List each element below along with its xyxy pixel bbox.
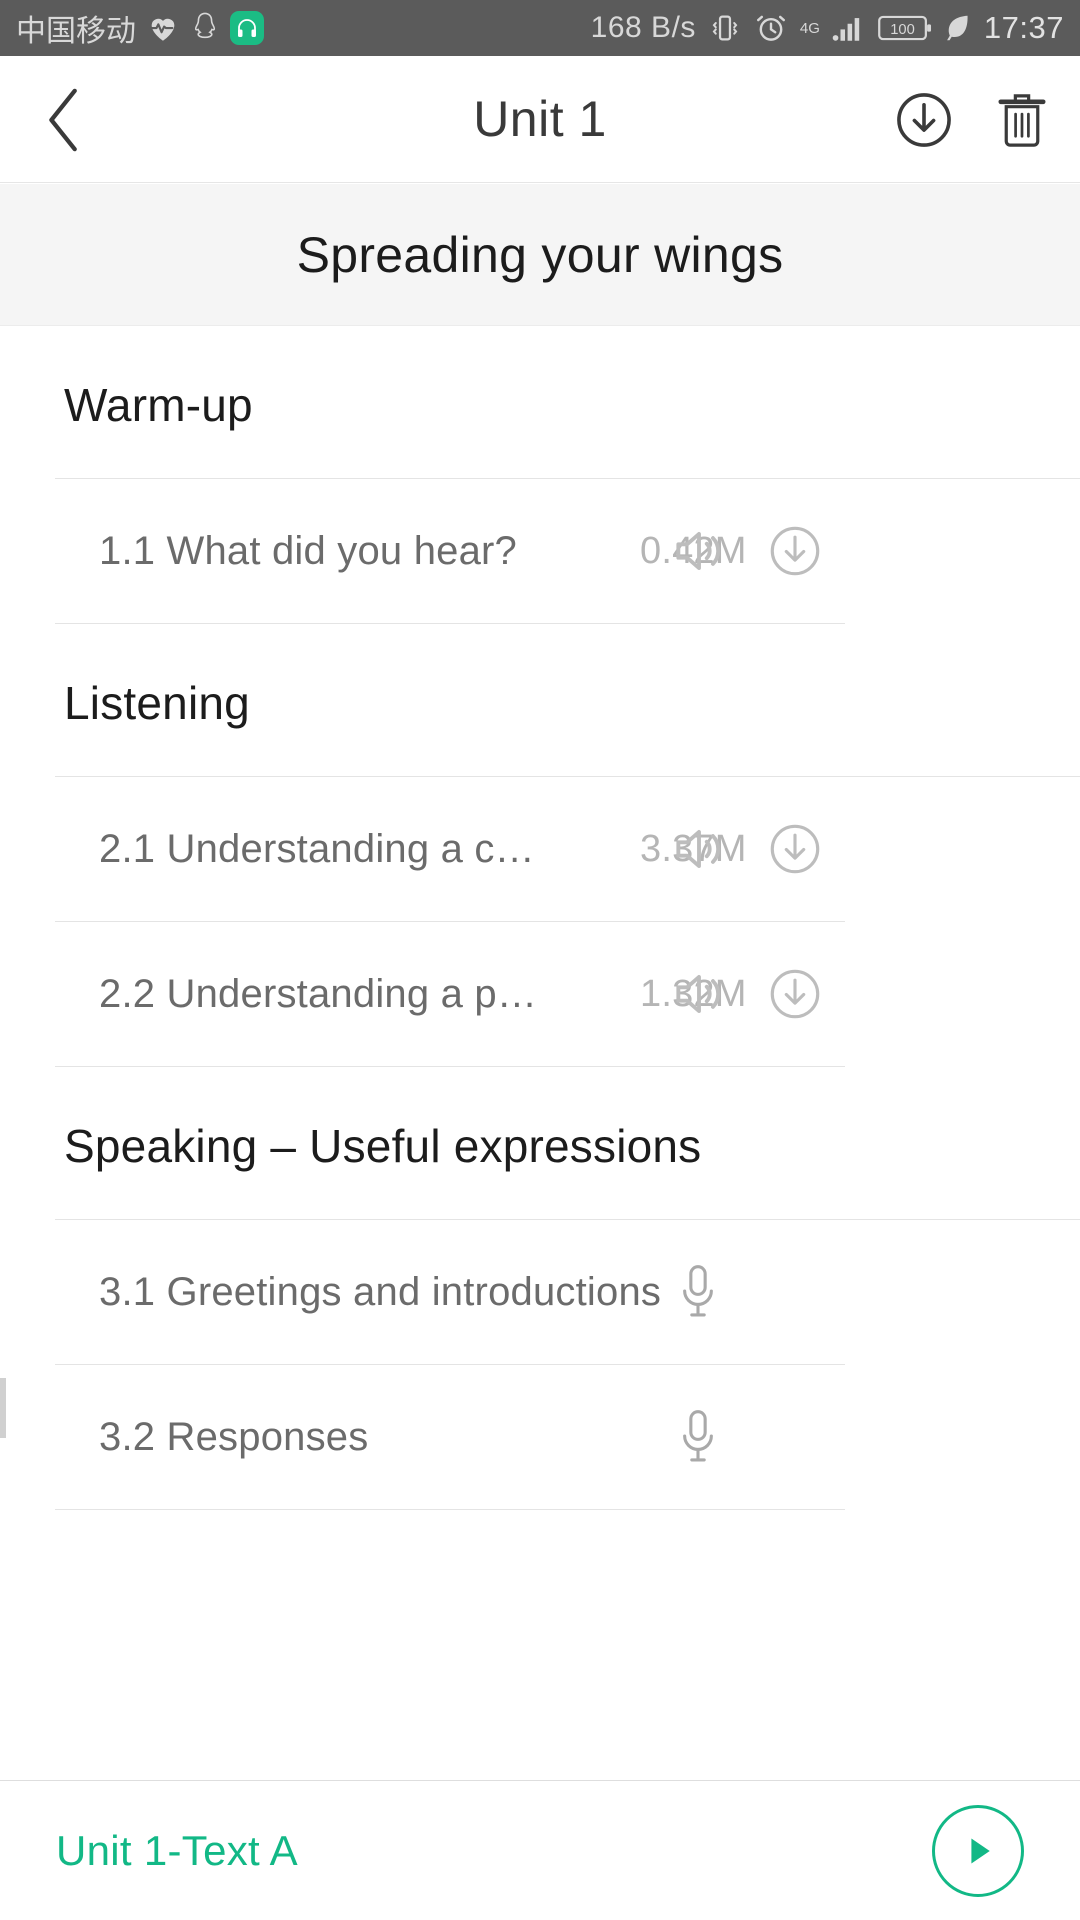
network-speed-label: 168 B/s — [590, 11, 696, 44]
list-item-title: 2.2 Understanding a p… — [99, 971, 538, 1016]
lesson-banner: Spreading your wings — [0, 184, 1080, 326]
table-row[interactable]: 2.1 Understanding a c… 3.37M — [0, 777, 1080, 921]
table-row[interactable]: 3.1 Greetings and introductions — [0, 1220, 1080, 1364]
table-row[interactable]: 2.2 Understanding a p… 1.32M — [0, 922, 1080, 1066]
trash-icon — [992, 88, 1052, 152]
vibrate-icon — [708, 11, 742, 45]
alarm-clock-icon — [754, 11, 788, 45]
row-divider — [55, 1509, 845, 1510]
carrier-label: 中国移动 — [16, 15, 136, 48]
speaker-icon[interactable] — [668, 520, 730, 582]
scrollbar[interactable] — [0, 1378, 6, 1438]
mini-player-bar: Unit 1-Text A — [0, 1780, 1080, 1920]
signal-bars-icon — [832, 13, 866, 43]
list-item-title: 3.1 Greetings and introductions — [99, 1269, 662, 1314]
speaker-icon[interactable] — [668, 963, 730, 1025]
list-item-title: 2.1 Understanding a c… — [99, 826, 535, 871]
network-type-label: 4G — [800, 21, 820, 36]
network-type-text: 4G — [799, 19, 820, 37]
lesson-title: Spreading your wings — [296, 226, 784, 283]
status-bar: 中国移动 168 B/s 4G 100 17:37 — [0, 0, 1080, 56]
download-icon[interactable] — [766, 522, 824, 580]
download-icon[interactable] — [766, 965, 824, 1023]
list-item-title: 1.1 What did you hear? — [99, 528, 517, 573]
download-circle-icon — [892, 88, 956, 152]
app-bar-actions — [892, 56, 1054, 183]
download-all-button[interactable] — [892, 88, 956, 152]
heart-pulse-icon — [146, 11, 180, 45]
download-icon[interactable] — [766, 820, 824, 878]
delete-button[interactable] — [990, 88, 1054, 152]
microphone-icon[interactable] — [672, 1261, 724, 1323]
speaker-icon[interactable] — [668, 818, 730, 880]
now-playing-label[interactable]: Unit 1-Text A — [56, 1827, 298, 1875]
app-bar: Unit 1 — [0, 56, 1080, 183]
play-button[interactable] — [932, 1804, 1024, 1897]
power-saving-leaf-icon — [944, 13, 972, 43]
chevron-left-icon — [41, 85, 89, 155]
table-row[interactable]: 3.2 Responses — [0, 1365, 1080, 1509]
play-icon — [956, 1829, 1000, 1873]
svg-text:100: 100 — [890, 22, 915, 38]
status-bar-left: 中国移动 — [16, 6, 264, 50]
qq-penguin-icon — [190, 11, 220, 45]
back-button[interactable] — [20, 56, 110, 183]
table-row[interactable]: 1.1 What did you hear? 0.42M — [0, 479, 1080, 623]
clock-label: 17:37 — [983, 10, 1064, 45]
list-item-title: 3.2 Responses — [99, 1414, 369, 1459]
section-heading-listening: Listening — [64, 677, 250, 729]
status-bar-right: 168 B/s 4G 100 17:37 — [591, 10, 1064, 46]
section-heading-speaking: Speaking – Useful expressions — [64, 1120, 702, 1172]
section-heading-warm-up: Warm-up — [64, 379, 253, 431]
microphone-icon[interactable] — [672, 1406, 724, 1468]
lesson-list[interactable]: Warm-up 1.1 What did you hear? 0.42M Lis… — [0, 326, 1080, 1716]
headphones-app-icon — [230, 11, 264, 45]
battery-icon: 100 — [878, 13, 932, 43]
